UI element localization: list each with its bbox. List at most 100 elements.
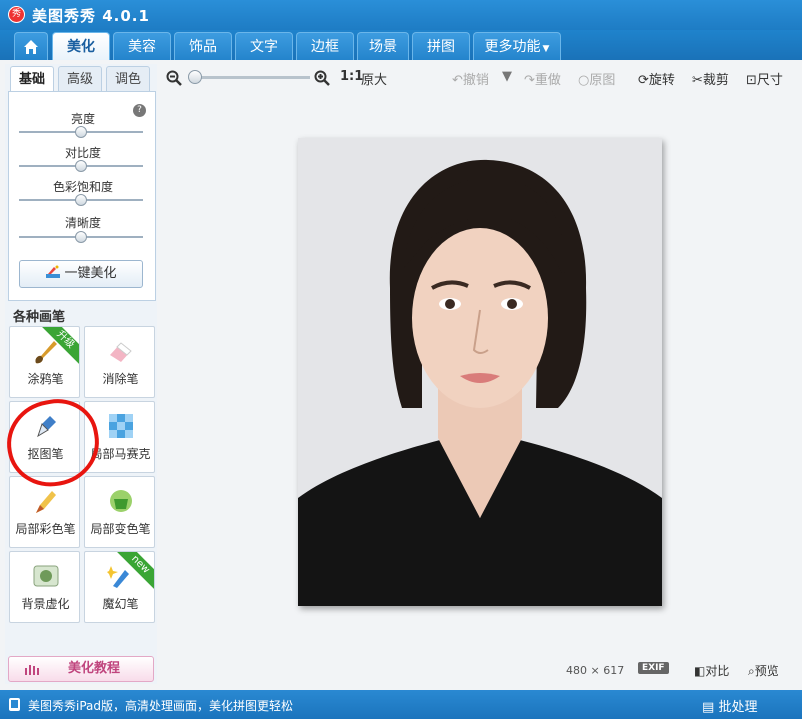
color-brush-icon [36,491,56,513]
tutorial-button[interactable]: 美化教程 [8,656,154,682]
background-blur-button[interactable]: 背景虚化 [9,551,80,623]
exif-button[interactable]: EXIF [638,662,669,674]
saturation-slider[interactable] [19,194,143,206]
zoom-knob[interactable] [188,70,202,84]
subtab-advanced[interactable]: 高级 [58,66,102,92]
subtab-basic[interactable]: 基础 [10,66,54,92]
sharpness-knob[interactable] [75,231,87,243]
contrast-slider[interactable] [19,160,143,172]
tutorial-label: 美化教程 [67,661,120,676]
recolor-brush-label: 局部变色笔 [90,522,151,536]
resize-button[interactable]: ⊡尺寸 [746,69,783,88]
image-height: 617 [603,664,625,677]
main-tab-bar: 美化 美容 饰品 文字 边框 场景 拼图 更多功能 ▼ [0,30,802,82]
home-icon [24,40,38,54]
magic-brush-label: 魔幻笔 [102,597,139,611]
app-logo-icon: 秀 [8,6,25,23]
magic-brush-button[interactable]: new 魔幻笔 [84,551,155,623]
original-image-button[interactable]: ○原图 [578,69,615,88]
image-width: 480 [566,664,587,677]
resize-label: 尺寸 [756,73,783,88]
one-key-beautify-button[interactable]: 一键美化 [19,260,143,288]
sharpness-label: 清晰度 [64,216,101,230]
portrait-photo [298,138,662,606]
image-toolbar: 1:1 原大 ↶撤销 ▼ ↷重做 ○原图 ⟳旋转 ✂裁剪 ⊡尺寸 [160,60,802,96]
tab-collage[interactable]: 拼图 [412,32,470,60]
original-image-label: 原图 [589,73,616,88]
image-dimensions: 480 × 617 [566,664,624,677]
brightness-slider[interactable] [19,126,143,138]
basic-adjust-box: ? 亮度 对比度 色彩饱和度 清晰度 一键美化 [8,91,156,301]
rotate-label: 旋转 [648,73,675,88]
recolor-brush-button[interactable]: 局部变色笔 [84,476,155,548]
more-features-label: 更多功能 [484,39,541,55]
bottom-bar: 美图秀秀iPad版，高清处理画面，美化拼图更轻松 ▤ 批处理 [0,690,802,719]
tab-text[interactable]: 文字 [235,32,293,60]
mosaic-icon [109,414,133,438]
partial-color-brush-label: 局部彩色笔 [15,522,76,536]
preview-button[interactable]: ⌕预览 [748,662,779,679]
contrast-label: 对比度 [64,146,101,160]
undo-button[interactable]: ↶撤销 [452,69,489,88]
zoom-out-icon[interactable] [166,70,182,86]
main-area: 基础 高级 调色 ? 亮度 对比度 色彩饱和度 清晰度 一键美化 各种画笔 升级… [0,60,802,690]
redo-button[interactable]: ↷重做 [524,69,561,88]
scissors-icon: ✂ [692,73,703,88]
redo-label: 重做 [534,73,561,88]
times-sign: × [590,664,600,677]
tab-more-features[interactable]: 更多功能 ▼ [473,32,561,60]
tablet-icon [9,698,20,711]
background-blur-label: 背景虚化 [21,597,70,611]
doodle-brush-button[interactable]: 升级 涂鸦笔 [9,326,80,398]
undo-dropdown-icon[interactable]: ▼ [502,69,512,84]
paint-bucket-icon [110,490,132,512]
batch-process-button[interactable]: ▤ 批处理 [702,696,757,715]
original-size-button[interactable]: 原大 [361,69,387,88]
eraser-icon [110,342,132,362]
tab-scene[interactable]: 场景 [357,32,409,60]
redo-icon: ↷ [524,73,535,88]
dropdown-arrow-icon: ▼ [542,44,550,54]
original-image-icon: ○ [578,73,590,88]
sub-tab-bar: 基础 高级 调色 [8,66,154,92]
rotate-button[interactable]: ⟳旋转 [638,69,675,88]
eraser-brush-button[interactable]: 消除笔 [84,326,155,398]
blur-icon [33,565,59,587]
hand-icon [25,665,39,675]
partial-color-brush-button[interactable]: 局部彩色笔 [9,476,80,548]
rotate-icon: ⟳ [638,73,649,88]
app-title: 美图秀秀 4.0.1 [32,7,150,25]
crop-label: 裁剪 [702,73,729,88]
tab-beautify[interactable]: 美化 [52,32,110,60]
compare-icon: ◧ [694,664,706,678]
brightness-knob[interactable] [75,126,87,138]
contrast-knob[interactable] [75,160,87,172]
ratio-1to1-button[interactable]: 1:1 [340,69,363,84]
compare-label: 对比 [705,664,730,678]
sharpness-slider[interactable] [19,231,143,243]
batch-icon: ▤ [702,700,715,715]
tab-border[interactable]: 边框 [296,32,354,60]
undo-icon: ↶ [452,73,463,88]
zoom-slider[interactable] [188,70,310,84]
batch-label: 批处理 [718,700,758,715]
promo-message[interactable]: 美图秀秀iPad版，高清处理画面，美化拼图更轻松 [28,697,293,714]
tab-accessories[interactable]: 饰品 [174,32,232,60]
one-key-beautify-label: 一键美化 [64,266,117,281]
saturation-knob[interactable] [75,194,87,206]
undo-label: 撤销 [462,73,489,88]
title-bar: 秀 美图秀秀 4.0.1 [0,0,802,30]
magic-wand-icon [46,265,61,278]
left-panel: 基础 高级 调色 ? 亮度 对比度 色彩饱和度 清晰度 一键美化 各种画笔 升级… [5,64,157,684]
tab-makeup[interactable]: 美容 [113,32,171,60]
compare-button[interactable]: ◧对比 [694,662,729,679]
photo-canvas[interactable] [298,138,662,606]
zoom-in-icon[interactable] [314,70,330,86]
crop-button[interactable]: ✂裁剪 [692,69,729,88]
subtab-color[interactable]: 调色 [106,66,150,92]
brushes-section-title: 各种画笔 [13,310,66,325]
saturation-label: 色彩饱和度 [52,180,113,194]
preview-label: 预览 [754,664,779,678]
home-tab[interactable] [14,32,48,60]
doodle-brush-label: 涂鸦笔 [27,372,64,386]
